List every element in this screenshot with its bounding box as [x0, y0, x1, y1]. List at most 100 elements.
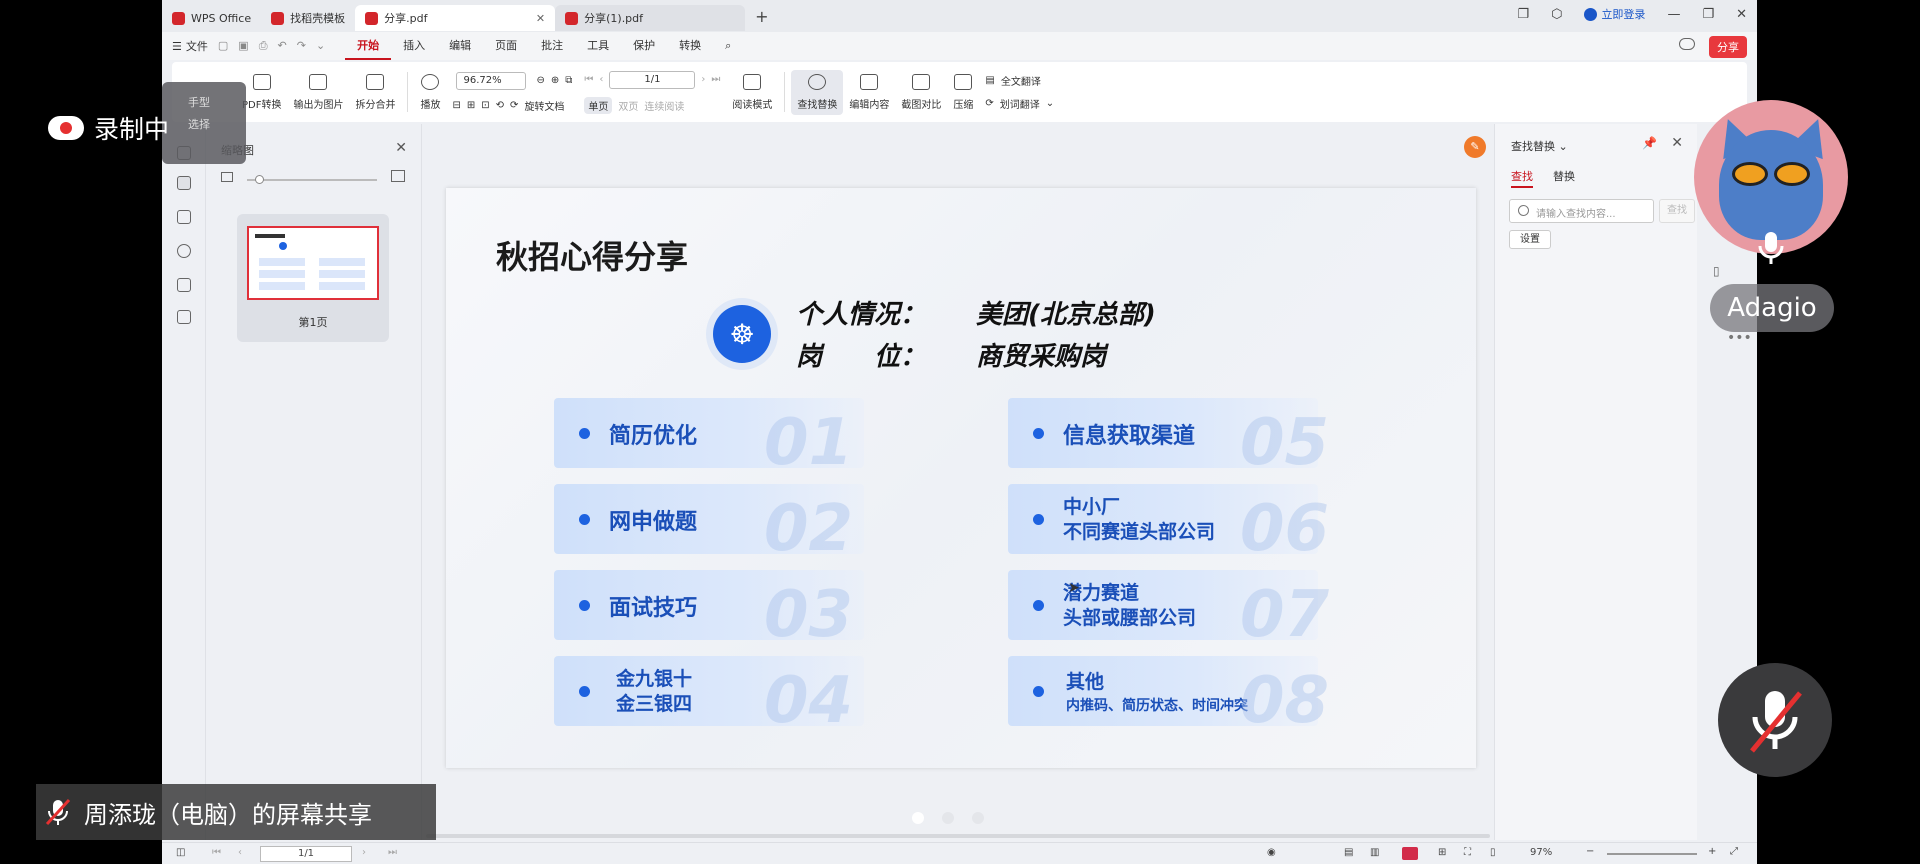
fit-icon[interactable]: ⊞: [1438, 847, 1446, 858]
large-image-icon[interactable]: [391, 170, 405, 182]
single-page-button[interactable]: 单页: [584, 96, 613, 114]
expand-icon[interactable]: ⤢: [1730, 846, 1738, 857]
zoom-in-icon[interactable]: +: [1708, 846, 1716, 857]
play-button[interactable]: 播放: [414, 73, 446, 111]
pin-icon[interactable]: 📌: [1642, 136, 1657, 150]
page-dot[interactable]: [912, 812, 924, 824]
double-page-button[interactable]: 双页: [618, 98, 638, 113]
double-view-icon[interactable]: ▥: [1370, 847, 1379, 858]
cloud-icon[interactable]: [1679, 38, 1695, 50]
full-translate-button[interactable]: ▤ 全文翻译: [985, 73, 1054, 88]
page-dot[interactable]: [972, 812, 984, 824]
sidebar-toggle-icon[interactable]: ◫: [176, 847, 185, 858]
redo-icon[interactable]: ↷: [297, 39, 306, 53]
slider-handle[interactable]: [255, 175, 264, 184]
share-button[interactable]: 分享: [1709, 36, 1747, 58]
search-icon[interactable]: ⌕: [713, 32, 743, 60]
print-icon[interactable]: ⎙: [259, 39, 268, 53]
actual-size-icon[interactable]: ⊞: [467, 100, 475, 111]
compress-button[interactable]: 压缩: [947, 73, 979, 111]
menu-annotate[interactable]: 批注: [529, 32, 575, 60]
fit-icon[interactable]: ⧉: [565, 75, 572, 86]
zoom-slider[interactable]: [1607, 853, 1697, 855]
close-icon[interactable]: ✕: [1671, 135, 1683, 151]
word-translate-button[interactable]: ⟳ 划词翻译 ⌄: [985, 96, 1054, 111]
assistant-icon[interactable]: ✎: [1464, 136, 1486, 158]
menu-tools[interactable]: 工具: [575, 32, 621, 60]
hand-tool[interactable]: 手型: [188, 92, 246, 114]
eye-icon[interactable]: ◉: [1267, 847, 1276, 858]
zoom-out-icon[interactable]: −: [1586, 846, 1594, 857]
open-icon[interactable]: ▢: [218, 39, 228, 53]
chevron-down-icon[interactable]: ⌄: [316, 39, 325, 53]
more-icon[interactable]: •••: [1727, 330, 1752, 346]
edit-content-button[interactable]: 编辑内容: [843, 73, 895, 111]
continuous-read-button[interactable]: 连续阅读: [644, 98, 684, 113]
restore-icon[interactable]: ❐: [1702, 7, 1714, 22]
mute-toggle-button[interactable]: [1718, 663, 1832, 777]
find-input[interactable]: 请输入查找内容...: [1509, 199, 1654, 223]
signature-icon[interactable]: [177, 278, 191, 292]
menu-start[interactable]: 开始: [345, 32, 392, 60]
close-icon[interactable]: ✕: [395, 140, 407, 156]
next-page-icon[interactable]: ›: [362, 847, 366, 858]
rotate-left-icon[interactable]: ⟲: [496, 100, 504, 111]
split-merge-button[interactable]: 拆分合并: [349, 73, 401, 111]
prev-page-icon[interactable]: ‹: [599, 74, 603, 85]
find-replace-button[interactable]: 查找替换: [791, 69, 844, 115]
minimize-icon[interactable]: —: [1667, 7, 1680, 22]
tab-find[interactable]: 查找: [1511, 168, 1533, 188]
single-view-icon[interactable]: ▤: [1344, 847, 1353, 858]
select-tool[interactable]: 选择: [188, 114, 246, 136]
settings-button[interactable]: 设置: [1509, 230, 1551, 249]
export-image-button[interactable]: 输出为图片: [287, 73, 349, 111]
tab-replace[interactable]: 替换: [1553, 168, 1575, 188]
read-mode-button[interactable]: 阅读模式: [726, 73, 778, 111]
thumbnail-icon[interactable]: [177, 176, 191, 190]
menu-protect[interactable]: 保护: [621, 32, 667, 60]
zoom-in-icon[interactable]: ⊕: [551, 75, 559, 86]
thumbnail-size-slider[interactable]: [247, 179, 377, 181]
cube-icon[interactable]: ⬡: [1551, 7, 1562, 22]
new-tab-button[interactable]: +: [755, 7, 768, 26]
document-view[interactable]: ✎ 秋招心得分享 ☸ 个人情况： 美团(北京总部) 岗 位： 商贸采购岗 简历优…: [424, 124, 1492, 840]
status-page-input[interactable]: 1/1: [260, 846, 352, 862]
first-page-icon[interactable]: ⏮: [212, 847, 221, 858]
book-icon[interactable]: ▯: [1713, 264, 1720, 278]
file-menu[interactable]: ☰ 文件: [162, 38, 218, 54]
fullscreen-icon[interactable]: ⛶: [1464, 847, 1471, 858]
horizontal-scrollbar[interactable]: [426, 834, 1490, 838]
login-button[interactable]: 立即登录: [1584, 6, 1645, 22]
close-window-icon[interactable]: ✕: [1736, 7, 1747, 22]
save-icon[interactable]: ▣: [238, 39, 248, 53]
zoom-select[interactable]: 96.72%: [456, 71, 527, 90]
play-icon[interactable]: [1402, 847, 1418, 860]
status-zoom[interactable]: 97%: [1530, 847, 1552, 858]
menu-insert[interactable]: 插入: [391, 32, 437, 60]
tab-share-pdf[interactable]: 分享.pdf ✕: [355, 5, 556, 31]
layers-icon[interactable]: [177, 310, 191, 324]
bookmark-icon[interactable]: ▯: [1490, 847, 1496, 858]
small-image-icon[interactable]: [221, 172, 233, 182]
find-panel-title[interactable]: 查找替换 ⌄: [1511, 138, 1568, 154]
last-page-icon[interactable]: ⏭: [388, 847, 397, 858]
close-icon[interactable]: ✕: [536, 12, 545, 25]
menu-edit[interactable]: 编辑: [437, 32, 483, 60]
page-thumbnail[interactable]: 第1页: [237, 214, 389, 342]
zoom-out-icon[interactable]: ⊖: [536, 75, 544, 86]
tab-wps-office[interactable]: WPS Office: [162, 5, 261, 31]
tab-share1-pdf[interactable]: 分享(1).pdf: [555, 5, 746, 31]
menu-convert[interactable]: 转换: [667, 32, 713, 60]
tab-template[interactable]: 找稻壳模板: [261, 5, 355, 31]
undo-icon[interactable]: ↶: [278, 39, 287, 53]
fit-width-icon[interactable]: ⊟: [452, 100, 460, 111]
page-number-input[interactable]: 1/1: [609, 70, 696, 89]
find-button[interactable]: 查找: [1659, 199, 1695, 223]
first-page-icon[interactable]: ⏮: [584, 74, 593, 85]
prev-page-icon[interactable]: ‹: [238, 847, 242, 858]
comment-icon[interactable]: [177, 210, 191, 224]
fit-page-icon[interactable]: ⊡: [481, 100, 489, 111]
menu-page[interactable]: 页面: [483, 32, 529, 60]
page-dot[interactable]: [942, 812, 954, 824]
compare-button[interactable]: 截图对比: [895, 73, 947, 111]
